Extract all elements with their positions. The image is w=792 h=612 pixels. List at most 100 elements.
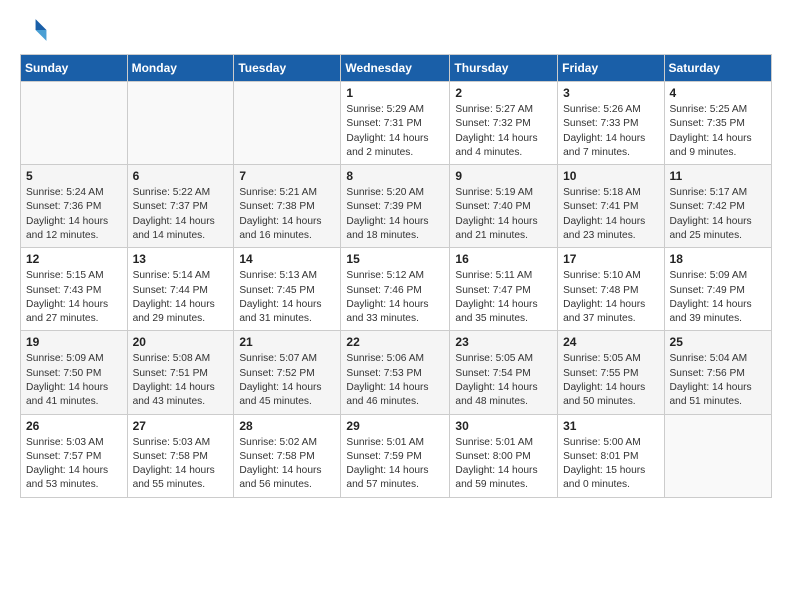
day-number: 22: [346, 335, 444, 349]
day-cell: 11 Sunrise: 5:17 AM Sunset: 7:42 PM Dayli…: [664, 165, 771, 248]
day-info: Sunrise: 5:08 AM Sunset: 7:51 PM Dayligh…: [133, 352, 229, 409]
day-number: 2: [455, 86, 552, 100]
day-cell: 20 Sunrise: 5:08 AM Sunset: 7:51 PM Dayli…: [127, 331, 234, 414]
day-cell: 3 Sunrise: 5:26 AM Sunset: 7:33 PM Daylig…: [558, 82, 664, 165]
day-number: 25: [670, 335, 766, 349]
day-cell: 22 Sunrise: 5:06 AM Sunset: 7:53 PM Dayli…: [341, 331, 450, 414]
col-header-sunday: Sunday: [21, 55, 128, 82]
day-info: Sunrise: 5:21 AM Sunset: 7:38 PM Dayligh…: [239, 186, 335, 243]
day-info: Sunrise: 5:03 AM Sunset: 7:58 PM Dayligh…: [133, 436, 229, 493]
day-number: 5: [26, 169, 122, 183]
day-info: Sunrise: 5:29 AM Sunset: 7:31 PM Dayligh…: [346, 103, 444, 160]
day-number: 18: [670, 252, 766, 266]
day-info: Sunrise: 5:00 AM Sunset: 8:01 PM Dayligh…: [563, 436, 658, 493]
day-cell: [21, 82, 128, 165]
day-number: 4: [670, 86, 766, 100]
day-number: 16: [455, 252, 552, 266]
day-number: 20: [133, 335, 229, 349]
day-number: 15: [346, 252, 444, 266]
logo: [20, 16, 52, 44]
day-cell: 9 Sunrise: 5:19 AM Sunset: 7:40 PM Daylig…: [450, 165, 558, 248]
col-header-saturday: Saturday: [664, 55, 771, 82]
day-number: 1: [346, 86, 444, 100]
day-cell: [234, 82, 341, 165]
col-header-monday: Monday: [127, 55, 234, 82]
day-cell: 27 Sunrise: 5:03 AM Sunset: 7:58 PM Dayli…: [127, 414, 234, 497]
day-cell: 1 Sunrise: 5:29 AM Sunset: 7:31 PM Daylig…: [341, 82, 450, 165]
day-cell: 12 Sunrise: 5:15 AM Sunset: 7:43 PM Dayli…: [21, 248, 128, 331]
calendar-page: SundayMondayTuesdayWednesdayThursdayFrid…: [0, 0, 792, 514]
day-cell: 6Sunrise: 5:22 AM Sunset: 7:37 PM Daylig…: [127, 165, 234, 248]
day-info: Sunrise: 5:09 AM Sunset: 7:49 PM Dayligh…: [670, 269, 766, 326]
day-cell: 8Sunrise: 5:20 AM Sunset: 7:39 PM Daylig…: [341, 165, 450, 248]
day-cell: 29Sunrise: 5:01 AM Sunset: 7:59 PM Dayli…: [341, 414, 450, 497]
day-info: Sunrise: 5:22 AM Sunset: 7:37 PM Dayligh…: [133, 186, 229, 243]
day-cell: 17 Sunrise: 5:10 AM Sunset: 7:48 PM Dayli…: [558, 248, 664, 331]
day-cell: 26 Sunrise: 5:03 AM Sunset: 7:57 PM Dayli…: [21, 414, 128, 497]
day-cell: 30 Sunrise: 5:01 AM Sunset: 8:00 PM Dayli…: [450, 414, 558, 497]
day-cell: 16 Sunrise: 5:11 AM Sunset: 7:47 PM Dayli…: [450, 248, 558, 331]
day-info: Sunrise: 5:15 AM Sunset: 7:43 PM Dayligh…: [26, 269, 122, 326]
day-info: Sunrise: 5:10 AM Sunset: 7:48 PM Dayligh…: [563, 269, 658, 326]
day-number: 17: [563, 252, 658, 266]
week-row-5: 26 Sunrise: 5:03 AM Sunset: 7:57 PM Dayli…: [21, 414, 772, 497]
day-info: Sunrise: 5:18 AM Sunset: 7:41 PM Dayligh…: [563, 186, 658, 243]
day-number: 26: [26, 419, 122, 433]
day-info: Sunrise: 5:26 AM Sunset: 7:33 PM Dayligh…: [563, 103, 658, 160]
day-number: 27: [133, 419, 229, 433]
day-cell: 31 Sunrise: 5:00 AM Sunset: 8:01 PM Dayli…: [558, 414, 664, 497]
col-header-thursday: Thursday: [450, 55, 558, 82]
day-number: 29: [346, 419, 444, 433]
day-number: 30: [455, 419, 552, 433]
day-cell: 13 Sunrise: 5:14 AM Sunset: 7:44 PM Dayli…: [127, 248, 234, 331]
day-cell: 14 Sunrise: 5:13 AM Sunset: 7:45 PM Dayli…: [234, 248, 341, 331]
day-info: Sunrise: 5:19 AM Sunset: 7:40 PM Dayligh…: [455, 186, 552, 243]
day-cell: 18 Sunrise: 5:09 AM Sunset: 7:49 PM Dayli…: [664, 248, 771, 331]
day-info: Sunrise: 5:06 AM Sunset: 7:53 PM Dayligh…: [346, 352, 444, 409]
logo-icon: [20, 16, 48, 44]
day-cell: 24Sunrise: 5:05 AM Sunset: 7:55 PM Dayli…: [558, 331, 664, 414]
day-info: Sunrise: 5:07 AM Sunset: 7:52 PM Dayligh…: [239, 352, 335, 409]
day-info: Sunrise: 5:13 AM Sunset: 7:45 PM Dayligh…: [239, 269, 335, 326]
day-info: Sunrise: 5:09 AM Sunset: 7:50 PM Dayligh…: [26, 352, 122, 409]
day-cell: 19 Sunrise: 5:09 AM Sunset: 7:50 PM Dayli…: [21, 331, 128, 414]
day-number: 21: [239, 335, 335, 349]
day-number: 12: [26, 252, 122, 266]
day-info: Sunrise: 5:24 AM Sunset: 7:36 PM Dayligh…: [26, 186, 122, 243]
day-info: Sunrise: 5:02 AM Sunset: 7:58 PM Dayligh…: [239, 436, 335, 493]
day-number: 31: [563, 419, 658, 433]
day-cell: 25 Sunrise: 5:04 AM Sunset: 7:56 PM Dayli…: [664, 331, 771, 414]
day-info: Sunrise: 5:27 AM Sunset: 7:32 PM Dayligh…: [455, 103, 552, 160]
day-number: 28: [239, 419, 335, 433]
day-info: Sunrise: 5:17 AM Sunset: 7:42 PM Dayligh…: [670, 186, 766, 243]
col-header-wednesday: Wednesday: [341, 55, 450, 82]
day-number: 11: [670, 169, 766, 183]
day-info: Sunrise: 5:20 AM Sunset: 7:39 PM Dayligh…: [346, 186, 444, 243]
week-row-4: 19 Sunrise: 5:09 AM Sunset: 7:50 PM Dayli…: [21, 331, 772, 414]
day-cell: 23 Sunrise: 5:05 AM Sunset: 7:54 PM Dayli…: [450, 331, 558, 414]
day-info: Sunrise: 5:01 AM Sunset: 8:00 PM Dayligh…: [455, 436, 552, 493]
calendar-table: SundayMondayTuesdayWednesdayThursdayFrid…: [20, 54, 772, 498]
week-row-3: 12 Sunrise: 5:15 AM Sunset: 7:43 PM Dayli…: [21, 248, 772, 331]
day-info: Sunrise: 5:11 AM Sunset: 7:47 PM Dayligh…: [455, 269, 552, 326]
day-cell: [127, 82, 234, 165]
day-number: 19: [26, 335, 122, 349]
header-row: SundayMondayTuesdayWednesdayThursdayFrid…: [21, 55, 772, 82]
day-cell: 4 Sunrise: 5:25 AM Sunset: 7:35 PM Daylig…: [664, 82, 771, 165]
day-number: 13: [133, 252, 229, 266]
day-info: Sunrise: 5:05 AM Sunset: 7:55 PM Dayligh…: [563, 352, 658, 409]
day-info: Sunrise: 5:25 AM Sunset: 7:35 PM Dayligh…: [670, 103, 766, 160]
day-info: Sunrise: 5:04 AM Sunset: 7:56 PM Dayligh…: [670, 352, 766, 409]
week-row-2: 5 Sunrise: 5:24 AM Sunset: 7:36 PM Daylig…: [21, 165, 772, 248]
day-number: 3: [563, 86, 658, 100]
day-number: 14: [239, 252, 335, 266]
day-number: 10: [563, 169, 658, 183]
day-cell: 21 Sunrise: 5:07 AM Sunset: 7:52 PM Dayli…: [234, 331, 341, 414]
day-number: 7: [239, 169, 335, 183]
day-info: Sunrise: 5:05 AM Sunset: 7:54 PM Dayligh…: [455, 352, 552, 409]
day-cell: 28 Sunrise: 5:02 AM Sunset: 7:58 PM Dayli…: [234, 414, 341, 497]
day-info: Sunrise: 5:03 AM Sunset: 7:57 PM Dayligh…: [26, 436, 122, 493]
day-number: 23: [455, 335, 552, 349]
day-info: Sunrise: 5:14 AM Sunset: 7:44 PM Dayligh…: [133, 269, 229, 326]
day-number: 9: [455, 169, 552, 183]
